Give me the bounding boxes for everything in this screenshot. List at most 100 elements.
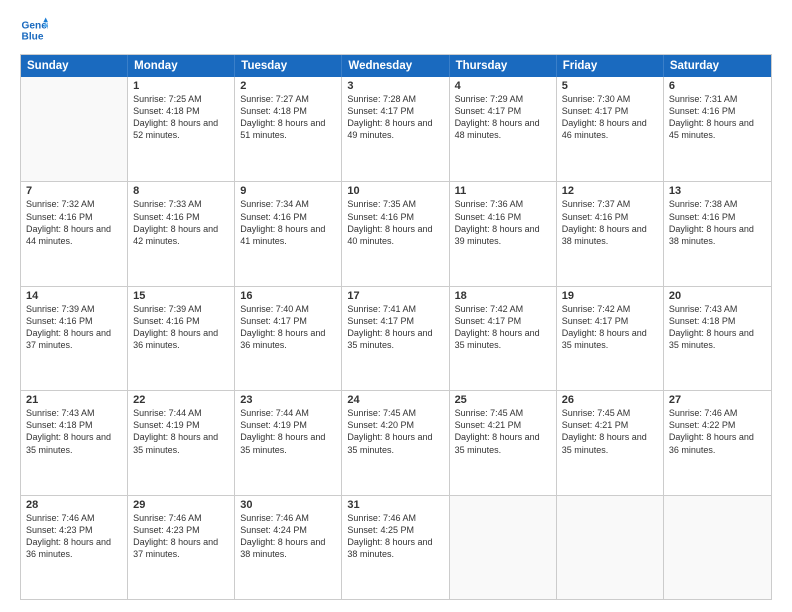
header: General Blue (20, 16, 772, 44)
cell-info: Sunrise: 7:36 AMSunset: 4:16 PMDaylight:… (455, 198, 551, 247)
calendar-body: 1Sunrise: 7:25 AMSunset: 4:18 PMDaylight… (21, 77, 771, 599)
cal-cell: 24Sunrise: 7:45 AMSunset: 4:20 PMDayligh… (342, 391, 449, 494)
cal-cell: 16Sunrise: 7:40 AMSunset: 4:17 PMDayligh… (235, 287, 342, 390)
day-number: 11 (455, 185, 551, 197)
cell-info: Sunrise: 7:46 AMSunset: 4:23 PMDaylight:… (133, 512, 229, 561)
cal-cell: 28Sunrise: 7:46 AMSunset: 4:23 PMDayligh… (21, 496, 128, 599)
cell-info: Sunrise: 7:45 AMSunset: 4:21 PMDaylight:… (455, 407, 551, 456)
cell-info: Sunrise: 7:39 AMSunset: 4:16 PMDaylight:… (26, 303, 122, 352)
cell-info: Sunrise: 7:43 AMSunset: 4:18 PMDaylight:… (26, 407, 122, 456)
cal-cell: 15Sunrise: 7:39 AMSunset: 4:16 PMDayligh… (128, 287, 235, 390)
day-number: 6 (669, 80, 766, 92)
day-number: 5 (562, 80, 658, 92)
cal-cell: 23Sunrise: 7:44 AMSunset: 4:19 PMDayligh… (235, 391, 342, 494)
day-number: 2 (240, 80, 336, 92)
header-day-sunday: Sunday (21, 55, 128, 77)
cal-cell (21, 77, 128, 181)
cal-cell: 14Sunrise: 7:39 AMSunset: 4:16 PMDayligh… (21, 287, 128, 390)
cell-info: Sunrise: 7:28 AMSunset: 4:17 PMDaylight:… (347, 93, 443, 142)
cal-cell: 9Sunrise: 7:34 AMSunset: 4:16 PMDaylight… (235, 182, 342, 285)
cal-week-3: 21Sunrise: 7:43 AMSunset: 4:18 PMDayligh… (21, 390, 771, 494)
cal-cell: 7Sunrise: 7:32 AMSunset: 4:16 PMDaylight… (21, 182, 128, 285)
header-day-friday: Friday (557, 55, 664, 77)
cal-cell: 4Sunrise: 7:29 AMSunset: 4:17 PMDaylight… (450, 77, 557, 181)
day-number: 3 (347, 80, 443, 92)
cell-info: Sunrise: 7:44 AMSunset: 4:19 PMDaylight:… (133, 407, 229, 456)
day-number: 19 (562, 290, 658, 302)
cell-info: Sunrise: 7:33 AMSunset: 4:16 PMDaylight:… (133, 198, 229, 247)
cell-info: Sunrise: 7:44 AMSunset: 4:19 PMDaylight:… (240, 407, 336, 456)
cell-info: Sunrise: 7:35 AMSunset: 4:16 PMDaylight:… (347, 198, 443, 247)
header-day-tuesday: Tuesday (235, 55, 342, 77)
cal-cell (450, 496, 557, 599)
cell-info: Sunrise: 7:38 AMSunset: 4:16 PMDaylight:… (669, 198, 766, 247)
cal-cell: 21Sunrise: 7:43 AMSunset: 4:18 PMDayligh… (21, 391, 128, 494)
cal-cell: 2Sunrise: 7:27 AMSunset: 4:18 PMDaylight… (235, 77, 342, 181)
cal-cell: 18Sunrise: 7:42 AMSunset: 4:17 PMDayligh… (450, 287, 557, 390)
cell-info: Sunrise: 7:29 AMSunset: 4:17 PMDaylight:… (455, 93, 551, 142)
header-day-monday: Monday (128, 55, 235, 77)
day-number: 31 (347, 499, 443, 511)
cell-info: Sunrise: 7:42 AMSunset: 4:17 PMDaylight:… (562, 303, 658, 352)
day-number: 10 (347, 185, 443, 197)
calendar-header: SundayMondayTuesdayWednesdayThursdayFrid… (21, 55, 771, 77)
cal-cell: 19Sunrise: 7:42 AMSunset: 4:17 PMDayligh… (557, 287, 664, 390)
cell-info: Sunrise: 7:46 AMSunset: 4:24 PMDaylight:… (240, 512, 336, 561)
cal-cell: 3Sunrise: 7:28 AMSunset: 4:17 PMDaylight… (342, 77, 449, 181)
cal-cell: 30Sunrise: 7:46 AMSunset: 4:24 PMDayligh… (235, 496, 342, 599)
cell-info: Sunrise: 7:45 AMSunset: 4:21 PMDaylight:… (562, 407, 658, 456)
header-day-thursday: Thursday (450, 55, 557, 77)
day-number: 23 (240, 394, 336, 406)
cell-info: Sunrise: 7:40 AMSunset: 4:17 PMDaylight:… (240, 303, 336, 352)
cell-info: Sunrise: 7:41 AMSunset: 4:17 PMDaylight:… (347, 303, 443, 352)
cell-info: Sunrise: 7:27 AMSunset: 4:18 PMDaylight:… (240, 93, 336, 142)
cell-info: Sunrise: 7:46 AMSunset: 4:25 PMDaylight:… (347, 512, 443, 561)
cal-cell: 6Sunrise: 7:31 AMSunset: 4:16 PMDaylight… (664, 77, 771, 181)
cell-info: Sunrise: 7:46 AMSunset: 4:23 PMDaylight:… (26, 512, 122, 561)
cal-week-2: 14Sunrise: 7:39 AMSunset: 4:16 PMDayligh… (21, 286, 771, 390)
page: General Blue SundayMondayTuesdayWednesda… (0, 0, 792, 612)
calendar: SundayMondayTuesdayWednesdayThursdayFrid… (20, 54, 772, 600)
cal-cell: 5Sunrise: 7:30 AMSunset: 4:17 PMDaylight… (557, 77, 664, 181)
day-number: 12 (562, 185, 658, 197)
cell-info: Sunrise: 7:31 AMSunset: 4:16 PMDaylight:… (669, 93, 766, 142)
day-number: 21 (26, 394, 122, 406)
cell-info: Sunrise: 7:37 AMSunset: 4:16 PMDaylight:… (562, 198, 658, 247)
day-number: 4 (455, 80, 551, 92)
cal-cell (557, 496, 664, 599)
cal-cell: 13Sunrise: 7:38 AMSunset: 4:16 PMDayligh… (664, 182, 771, 285)
day-number: 15 (133, 290, 229, 302)
day-number: 17 (347, 290, 443, 302)
cal-week-0: 1Sunrise: 7:25 AMSunset: 4:18 PMDaylight… (21, 77, 771, 181)
logo-icon: General Blue (20, 16, 48, 44)
day-number: 25 (455, 394, 551, 406)
cal-cell: 29Sunrise: 7:46 AMSunset: 4:23 PMDayligh… (128, 496, 235, 599)
day-number: 1 (133, 80, 229, 92)
cell-info: Sunrise: 7:45 AMSunset: 4:20 PMDaylight:… (347, 407, 443, 456)
svg-text:Blue: Blue (22, 31, 44, 42)
cal-week-1: 7Sunrise: 7:32 AMSunset: 4:16 PMDaylight… (21, 181, 771, 285)
day-number: 27 (669, 394, 766, 406)
day-number: 13 (669, 185, 766, 197)
day-number: 7 (26, 185, 122, 197)
cal-cell (664, 496, 771, 599)
day-number: 22 (133, 394, 229, 406)
cell-info: Sunrise: 7:32 AMSunset: 4:16 PMDaylight:… (26, 198, 122, 247)
logo: General Blue (20, 16, 48, 44)
day-number: 14 (26, 290, 122, 302)
cell-info: Sunrise: 7:42 AMSunset: 4:17 PMDaylight:… (455, 303, 551, 352)
cell-info: Sunrise: 7:39 AMSunset: 4:16 PMDaylight:… (133, 303, 229, 352)
cal-cell: 8Sunrise: 7:33 AMSunset: 4:16 PMDaylight… (128, 182, 235, 285)
header-day-wednesday: Wednesday (342, 55, 449, 77)
cal-cell: 25Sunrise: 7:45 AMSunset: 4:21 PMDayligh… (450, 391, 557, 494)
cal-cell: 31Sunrise: 7:46 AMSunset: 4:25 PMDayligh… (342, 496, 449, 599)
cell-info: Sunrise: 7:34 AMSunset: 4:16 PMDaylight:… (240, 198, 336, 247)
cal-cell: 22Sunrise: 7:44 AMSunset: 4:19 PMDayligh… (128, 391, 235, 494)
day-number: 24 (347, 394, 443, 406)
cal-cell: 26Sunrise: 7:45 AMSunset: 4:21 PMDayligh… (557, 391, 664, 494)
header-day-saturday: Saturday (664, 55, 771, 77)
cell-info: Sunrise: 7:43 AMSunset: 4:18 PMDaylight:… (669, 303, 766, 352)
day-number: 8 (133, 185, 229, 197)
cal-cell: 10Sunrise: 7:35 AMSunset: 4:16 PMDayligh… (342, 182, 449, 285)
day-number: 18 (455, 290, 551, 302)
